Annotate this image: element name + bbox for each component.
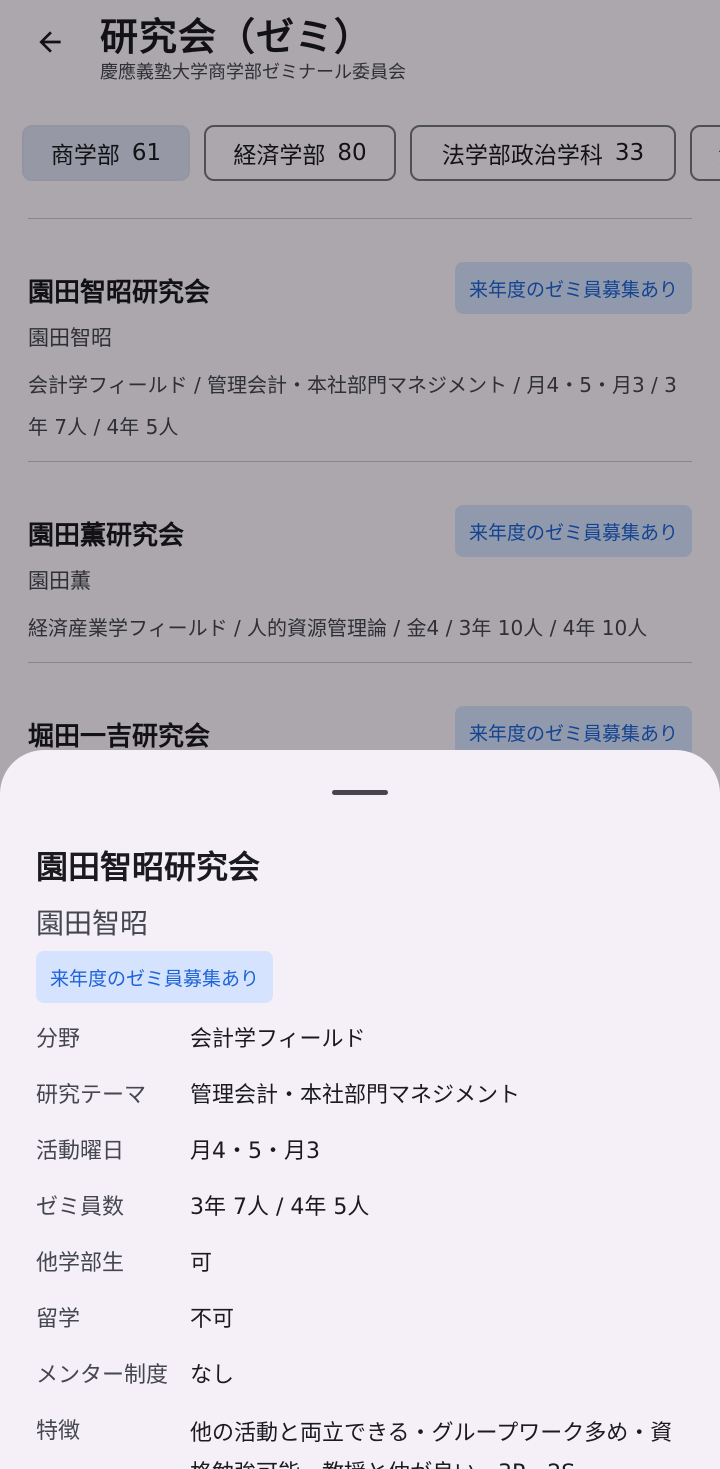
- detail-row-days: 活動曜日 月4・5・月3: [36, 1134, 696, 1190]
- detail-value: 3年 7人 / 4年 5人: [190, 1195, 370, 1220]
- detail-value: 月4・5・月3: [190, 1139, 320, 1164]
- detail-value: 他の活動と両立できる・グループワーク多め・資格勉強可能・教授と仲が良い・3P・2…: [190, 1421, 673, 1469]
- detail-row-theme: 研究テーマ 管理会計・本社部門マネジメント: [36, 1078, 696, 1134]
- detail-value: 不可: [190, 1307, 235, 1332]
- detail-key: 研究テーマ: [36, 1083, 147, 1108]
- detail-key: 活動曜日: [36, 1139, 125, 1164]
- detail-value: 会計学フィールド: [190, 1027, 366, 1052]
- detail-key: 他学部生: [36, 1251, 125, 1276]
- detail-title: 園田智昭研究会: [36, 848, 261, 886]
- detail-row-members: ゼミ員数 3年 7人 / 4年 5人: [36, 1190, 696, 1246]
- drag-handle[interactable]: [332, 790, 388, 795]
- detail-key: 特徴: [36, 1419, 81, 1444]
- detail-row-mentor: メンター制度 なし: [36, 1358, 696, 1414]
- detail-key: ゼミ員数: [36, 1195, 125, 1220]
- detail-value: 可: [190, 1251, 213, 1276]
- detail-value: なし: [190, 1363, 235, 1388]
- detail-row-study-abroad: 留学 不可: [36, 1302, 696, 1358]
- detail-rows: 分野 会計学フィールド 研究テーマ 管理会計・本社部門マネジメント 活動曜日 月…: [36, 1022, 696, 1469]
- seminar-detail-sheet: 園田智昭研究会 園田智昭 来年度のゼミ員募集あり 分野 会計学フィールド 研究テ…: [0, 750, 720, 1469]
- detail-row-other-faculty: 他学部生 可: [36, 1246, 696, 1302]
- detail-key: メンター制度: [36, 1363, 169, 1388]
- detail-value: 管理会計・本社部門マネジメント: [190, 1083, 521, 1108]
- detail-key: 分野: [36, 1027, 81, 1052]
- detail-row-field: 分野 会計学フィールド: [36, 1022, 696, 1078]
- recruiting-badge: 来年度のゼミ員募集あり: [36, 951, 274, 1003]
- detail-professor: 園田智昭: [36, 907, 149, 940]
- detail-row-features: 特徴 他の活動と両立できる・グループワーク多め・資格勉強可能・教授と仲が良い・3…: [36, 1414, 696, 1469]
- detail-key: 留学: [36, 1307, 81, 1332]
